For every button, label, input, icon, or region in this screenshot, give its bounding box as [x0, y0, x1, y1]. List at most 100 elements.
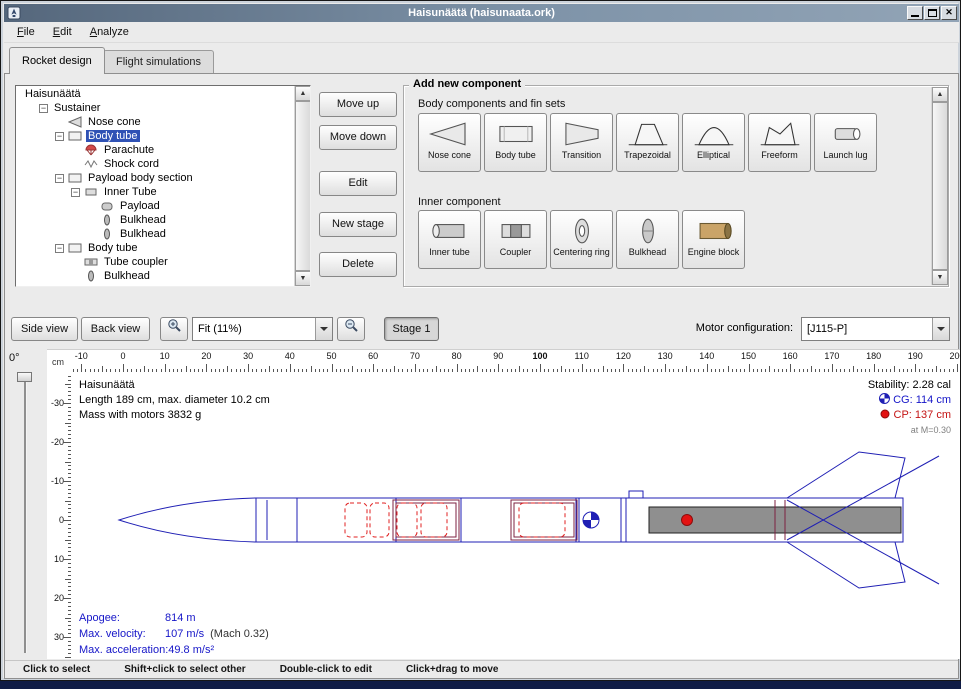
close-button[interactable]: ✕	[941, 6, 957, 20]
component-bulkhead-button[interactable]: Bulkhead	[616, 210, 679, 269]
tree-item-nose-cone[interactable]: Nose cone	[17, 115, 293, 129]
tree-bulkhead-icon	[100, 227, 116, 241]
tree-item-shock-cord[interactable]: Shock cord	[17, 157, 293, 171]
scroll-down-icon[interactable]: ▼	[295, 271, 311, 286]
chevron-down-icon[interactable]	[932, 318, 949, 340]
motor-configuration-label: Motor configuration:	[621, 322, 793, 334]
back-view-button[interactable]: Back view	[81, 317, 150, 341]
component-elliptical-button[interactable]: Elliptical	[682, 113, 745, 172]
group-label-inner-component: Inner component	[418, 196, 501, 208]
tree-item-body-tube[interactable]: −Body tube	[17, 129, 293, 143]
cp-line: CP: 137 cm	[868, 408, 951, 423]
edit-button[interactable]: Edit	[319, 171, 397, 196]
component-trapezoidal-button[interactable]: Trapezoidal	[616, 113, 679, 172]
maximize-button[interactable]	[924, 6, 940, 20]
tab-flight-simulations[interactable]: Flight simulations	[103, 50, 214, 73]
zoom-in-button[interactable]	[160, 317, 188, 341]
tree-nose-cone-icon	[68, 115, 84, 129]
inner-tube-icon	[428, 214, 472, 247]
tree-item-sustainer[interactable]: −Sustainer	[17, 101, 293, 115]
zoom-combo[interactable]: Fit (11%)	[192, 317, 333, 341]
scroll-down-icon[interactable]: ▼	[932, 270, 948, 285]
component-transition-button[interactable]: Transition	[550, 113, 613, 172]
component-button-label: Coupler	[500, 247, 532, 257]
tree-item-payload-body-section[interactable]: −Payload body section	[17, 171, 293, 185]
menu-file[interactable]: File	[8, 23, 44, 41]
collapse-icon[interactable]: −	[39, 104, 48, 113]
component-button-label: Engine block	[688, 247, 740, 257]
tree-item-tube-coupler[interactable]: Tube coupler	[17, 255, 293, 269]
tree-inner-tube-icon	[84, 185, 100, 199]
delete-button[interactable]: Delete	[319, 252, 397, 277]
flight-stat-row: Apogee:814 m	[79, 610, 269, 626]
tree-item-inner-tube[interactable]: −Inner Tube	[17, 185, 293, 199]
motor-configuration-combo[interactable]: [J115-P]	[801, 317, 950, 341]
tree-item-bulkhead[interactable]: Bulkhead	[17, 269, 293, 283]
tree-item-bulkhead[interactable]: Bulkhead	[17, 227, 293, 241]
rotation-angle-label: 0°	[9, 352, 20, 364]
tree-item-label: Bulkhead	[118, 228, 168, 240]
move-up-button[interactable]: Move up	[319, 92, 397, 117]
rocket-canvas[interactable]: Haisunäätä Length 189 cm, max. diameter …	[71, 372, 960, 660]
status-bar: Click to selectShift+click to select oth…	[5, 660, 958, 678]
scroll-up-icon[interactable]: ▲	[295, 86, 311, 101]
component-body-tube-button[interactable]: Body tube	[484, 113, 547, 172]
rotation-slider-handle[interactable]	[17, 372, 32, 382]
stage-1-toggle[interactable]: Stage 1	[384, 317, 439, 341]
component-coupler-button[interactable]: Coupler	[484, 210, 547, 269]
launch-lug-icon	[824, 117, 868, 150]
tree-item-label: Bulkhead	[102, 270, 152, 282]
tree-item-bulkhead[interactable]: Bulkhead	[17, 213, 293, 227]
tree-item-payload[interactable]: Payload	[17, 199, 293, 213]
coupler-icon	[494, 214, 538, 247]
move-down-button[interactable]: Move down	[319, 125, 397, 150]
collapse-icon[interactable]: −	[55, 244, 64, 253]
tree-item-body-tube[interactable]: −Body tube	[17, 241, 293, 255]
tree-item-haisun-t[interactable]: Haisunäätä	[17, 87, 293, 101]
tree-scrollbar[interactable]: ▲ ▼	[294, 86, 310, 286]
rotation-slider-track[interactable]	[24, 373, 27, 653]
component-launch-lug-button[interactable]: Launch lug	[814, 113, 877, 172]
chevron-down-icon[interactable]	[315, 318, 332, 340]
component-freeform-button[interactable]: Freeform	[748, 113, 811, 172]
flight-stat-row: Max. acceleration:49.8 m/s²	[79, 642, 269, 658]
ruler-label: 60	[368, 351, 378, 361]
ruler-label: 170	[824, 351, 839, 361]
menu-analyze[interactable]: Analyze	[81, 23, 138, 41]
tree-item-label: Tube coupler	[102, 256, 170, 268]
design-mass: Mass with motors 3832 g	[79, 408, 270, 423]
component-nose-cone-button[interactable]: Nose cone	[418, 113, 481, 172]
title-bar[interactable]: Haisunäätä (haisunaata.ork) ✕	[4, 4, 959, 22]
collapse-icon[interactable]: −	[55, 132, 64, 141]
ruler-label: 200	[949, 351, 960, 361]
tree-item-parachute[interactable]: Parachute	[17, 143, 293, 157]
scroll-up-icon[interactable]: ▲	[932, 87, 948, 102]
new-stage-button[interactable]: New stage	[319, 212, 397, 237]
window-title: Haisunäätä (haisunaata.ork)	[4, 7, 959, 19]
scrollbar-thumb[interactable]	[932, 102, 948, 270]
ruler-label: 10	[160, 351, 170, 361]
collapse-icon[interactable]: −	[55, 174, 64, 183]
tree-parachute-icon	[84, 143, 100, 157]
component-centering-ring-button[interactable]: Centering ring	[550, 210, 613, 269]
scrollbar-thumb[interactable]	[295, 101, 311, 271]
component-tree-panel: Haisunäätä−SustainerNose cone−Body tubeP…	[15, 85, 311, 287]
design-name: Haisunäätä	[79, 378, 270, 393]
cp-icon	[880, 409, 890, 419]
collapse-icon[interactable]: −	[71, 188, 80, 197]
transition-icon	[560, 117, 604, 150]
tree-item-label: Shock cord	[102, 158, 161, 170]
side-view-button[interactable]: Side view	[11, 317, 78, 341]
add-component-scrollbar[interactable]: ▲ ▼	[931, 87, 947, 285]
component-button-label: Body tube	[495, 150, 536, 160]
ruler-label: 0	[120, 351, 125, 361]
tab-rocket-design[interactable]: Rocket design	[9, 47, 105, 74]
zoom-out-button[interactable]	[337, 317, 365, 341]
rocket-view-area: cm -100102030405060708090100110120130140…	[47, 349, 960, 659]
component-engine-block-button[interactable]: Engine block	[682, 210, 745, 269]
minimize-button[interactable]	[907, 6, 923, 20]
status-hint: Click+drag to move	[406, 664, 499, 675]
component-inner-tube-button[interactable]: Inner tube	[418, 210, 481, 269]
menu-edit[interactable]: Edit	[44, 23, 81, 41]
bulkhead-icon	[626, 214, 670, 247]
